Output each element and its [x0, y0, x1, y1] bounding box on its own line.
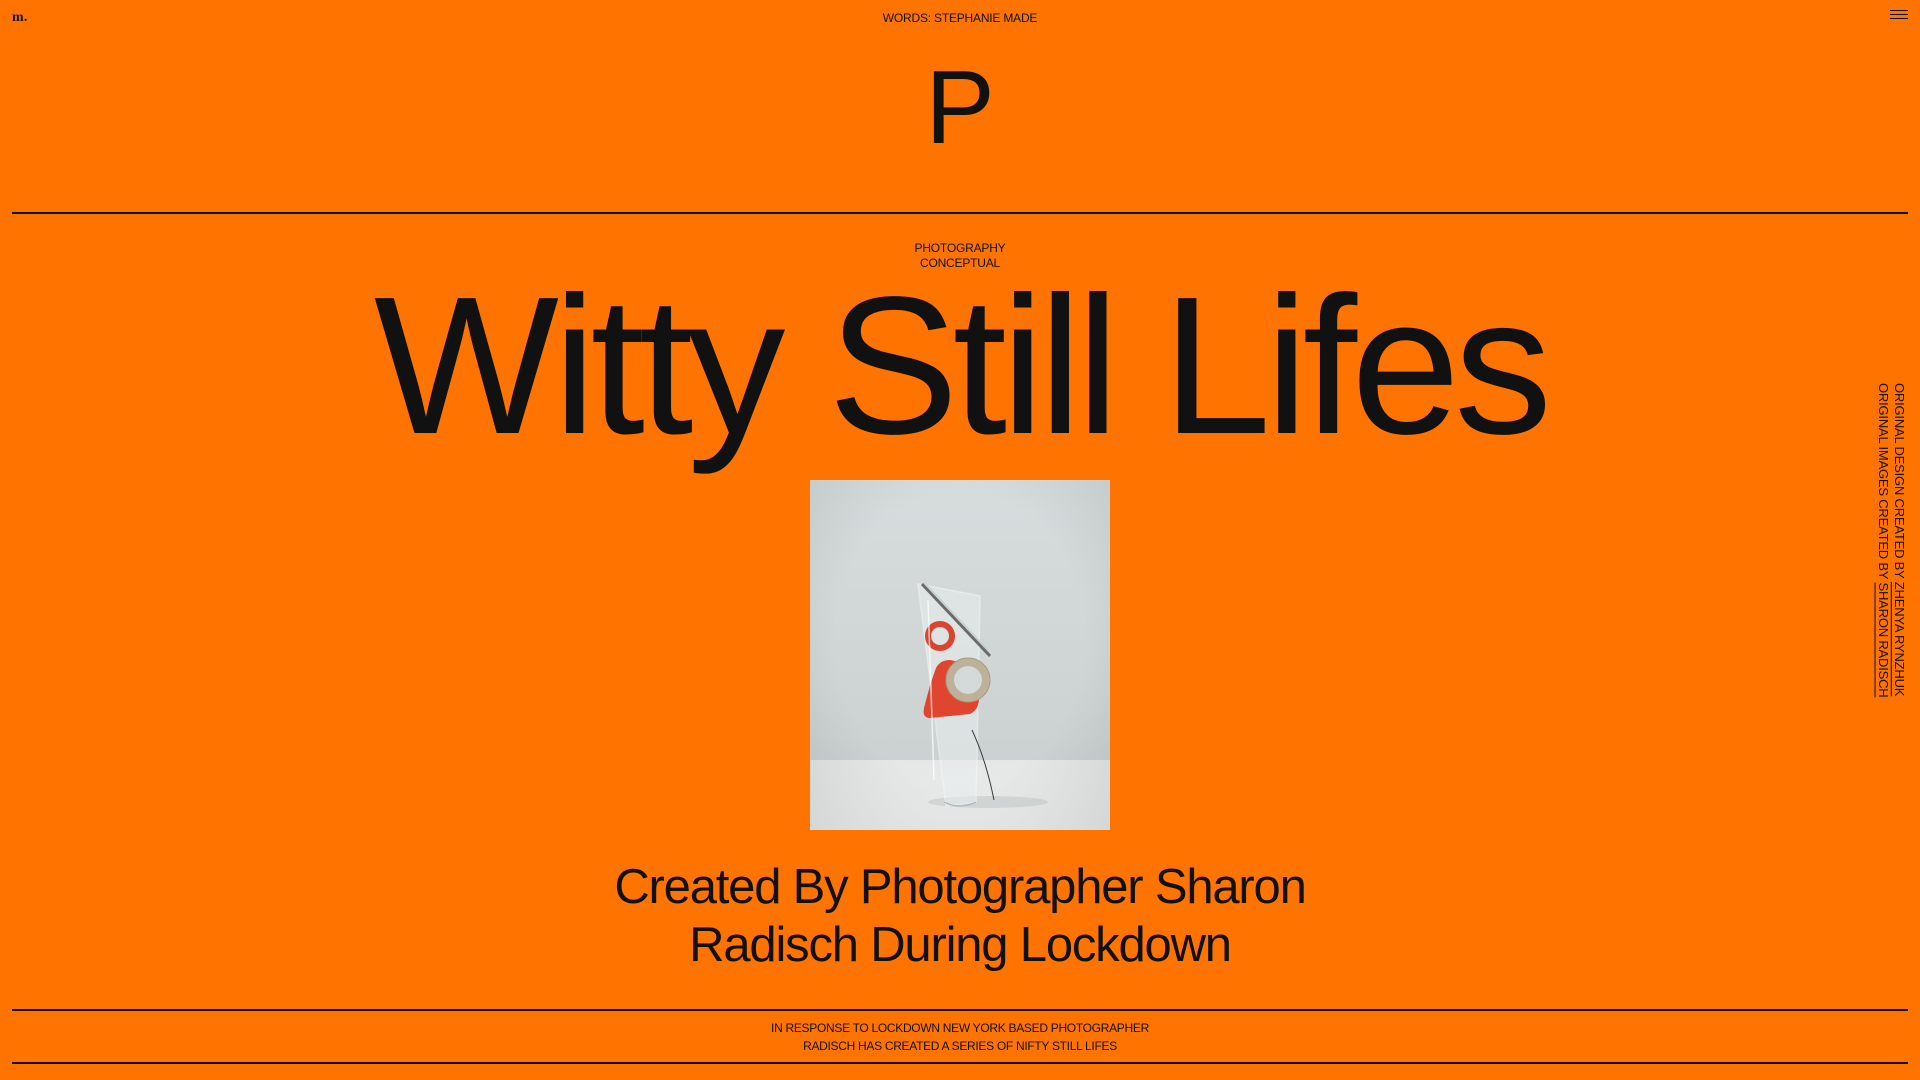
subtitle-line-1: Created By Photographer Sharon: [614, 860, 1306, 914]
subtitle-line-2: Radisch During Lockdown: [689, 918, 1232, 972]
article-intro: IN RESPONSE TO LOCKDOWN NEW YORK BASED P…: [0, 1019, 1920, 1055]
images-credit: ORIGINAL IMAGES CREATED BY SHARON RADISC…: [1876, 383, 1891, 697]
intro-line-2: RADISCH HAS CREATED A SERIES OF NIFTY ST…: [803, 1039, 1117, 1053]
tag-photography[interactable]: PHOTOGRAPHY: [0, 241, 1920, 256]
author-credit: WORDS: STEPHANIE MADE: [882, 11, 1038, 25]
design-credit-label: ORIGINAL DESIGN CREATED BY: [1892, 383, 1907, 582]
images-credit-label: ORIGINAL IMAGES CREATED BY: [1876, 383, 1891, 583]
page: m. WORDS: STEPHANIE MADE P PHOTOGRAPHY C…: [0, 0, 1920, 1080]
side-credits: ORIGINAL DESIGN CREATED BY ZHENYA RYNZHU…: [1876, 383, 1908, 703]
design-credit: ORIGINAL DESIGN CREATED BY ZHENYA RYNZHU…: [1892, 383, 1907, 696]
page-title: Witty Still Lifes: [373, 256, 1552, 475]
divider-footer-bottom: [12, 1062, 1908, 1064]
photographer-link[interactable]: SHARON RADISCH: [1876, 583, 1891, 698]
divider-footer-top: [12, 1009, 1908, 1011]
hamburger-menu-icon[interactable]: [1890, 10, 1908, 21]
divider-top: [12, 212, 1908, 214]
designer-link[interactable]: ZHENYA RYNZHUK: [1892, 582, 1907, 696]
intro-line-1: IN RESPONSE TO LOCKDOWN NEW YORK BASED P…: [771, 1021, 1149, 1035]
hero-image: [810, 480, 1110, 830]
tape-dispenser-in-glass-image: [810, 480, 1110, 830]
section-letter: P: [925, 50, 995, 166]
article-subtitle: Created By Photographer Sharon Radisch D…: [0, 858, 1920, 974]
